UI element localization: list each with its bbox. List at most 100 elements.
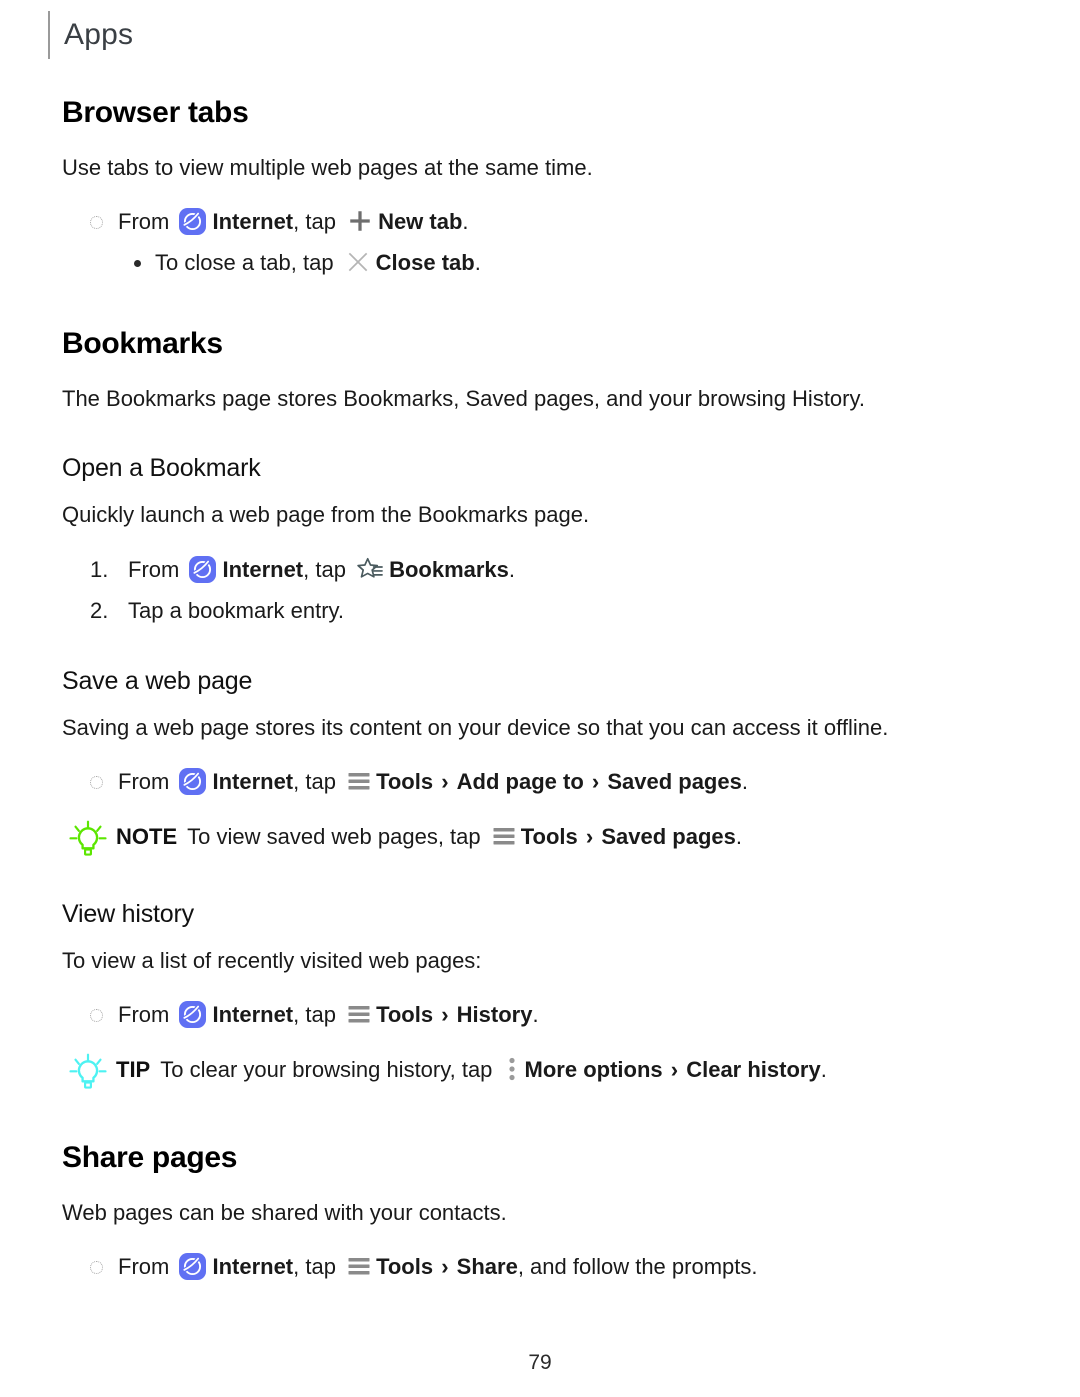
list-item-number: 1. [90, 556, 109, 582]
emphasis-text: Tools [376, 1254, 434, 1280]
list-item: From Internet, tap New tab. [62, 205, 1022, 238]
lightbulb-icon [68, 1053, 108, 1093]
more-options-vertical-dots-icon[interactable] [506, 1057, 518, 1081]
subsection-intro-view-history: To view a list of recently visited web p… [62, 947, 482, 973]
list-item: From Internet, tap Tools › History. [62, 998, 1022, 1031]
tools-hamburger-icon[interactable] [347, 769, 371, 793]
bookmarks-star-icon[interactable] [357, 556, 384, 583]
list-item-text: Tap a bookmark entry. [128, 594, 344, 627]
tools-hamburger-icon[interactable] [347, 1002, 371, 1026]
plain-text: , tap [293, 1002, 343, 1028]
list-item-text: From Internet, tap Tools › Share, and fo… [118, 1250, 758, 1283]
header-title: Apps [64, 18, 134, 51]
bullet-ring-marker [90, 775, 103, 789]
emphasis-text: Share [456, 1254, 518, 1280]
plain-text: , tap [303, 556, 353, 582]
plain-text: , tap [293, 209, 343, 235]
plain-text: . [462, 209, 469, 235]
plain-text: . [820, 1057, 827, 1083]
section-title-bookmarks: Bookmarks [62, 327, 223, 361]
list-item: From Internet, tap Tools › Share, and fo… [62, 1250, 1022, 1283]
emphasis-text: New tab [378, 209, 463, 235]
plain-text: From [118, 768, 176, 794]
plain-text: , tap [293, 1254, 343, 1280]
emphasis-text: History [456, 1002, 533, 1028]
plain-text: From [118, 1254, 176, 1280]
emphasis-text: Tools [520, 823, 578, 849]
subsection-intro-open-a-bookmark: Quickly launch a web page from the Bookm… [62, 502, 590, 528]
emphasis-text: Clear history [686, 1057, 821, 1083]
section-title-share-pages: Share pages [62, 1141, 238, 1175]
list-item-text: From Internet, tap Tools › History. [118, 998, 539, 1031]
callout-tip: TIP To clear your browsing history, tap … [62, 1053, 1022, 1093]
emphasis-text: Saved pages [607, 768, 742, 794]
callout-text: To view saved web pages, tap Tools › Sav… [187, 820, 742, 853]
subsection-title-open-a-bookmark: Open a Bookmark [62, 454, 261, 483]
emphasis-text: Internet [222, 556, 304, 582]
plain-text: To close a tab, tap [155, 250, 340, 276]
running-header: Apps [48, 10, 133, 60]
list-browser-tabs: From Internet, tap New tab. To close a t… [62, 205, 1022, 279]
list-item-text: To close a tab, tap Close tab. [155, 246, 481, 279]
bullet-dot-marker [134, 260, 141, 268]
list-item-text: From Internet, tap New tab. [118, 205, 469, 238]
plain-text: . [532, 1002, 539, 1028]
plain-text: , tap [293, 768, 343, 794]
plain-text: To clear your browsing history, tap [160, 1057, 499, 1083]
chevron-separator: › [435, 768, 455, 794]
plain-text: , and follow the prompts. [517, 1254, 758, 1280]
plain-text: . [508, 556, 516, 582]
chevron-separator: › [579, 823, 600, 849]
chevron-separator: › [585, 768, 606, 794]
section-title-browser-tabs: Browser tabs [62, 96, 249, 129]
internet-app-icon[interactable] [179, 1001, 207, 1029]
emphasis-text: Internet [212, 1002, 294, 1028]
bullet-ring-marker [90, 216, 103, 230]
bullet-ring-marker [90, 1261, 103, 1275]
section-intro-browser-tabs: Use tabs to view multiple web pages at t… [62, 155, 593, 180]
list-item: 1. From Internet, tap Bookmarks. [62, 553, 1022, 586]
plus-icon[interactable] [347, 208, 373, 234]
internet-app-icon[interactable] [189, 555, 217, 583]
subsection-intro-save-a-web-page: Saving a web page stores its content on … [62, 714, 889, 740]
list-open-a-bookmark: 1. From Internet, tap Bookmarks. 2. Tap … [62, 553, 1022, 627]
emphasis-text: Tools [376, 768, 434, 794]
emphasis-text: Bookmarks [389, 556, 509, 582]
plain-text: To view saved web pages, tap [187, 823, 487, 849]
internet-app-icon[interactable] [179, 208, 207, 236]
internet-app-icon[interactable] [179, 767, 207, 795]
callout-label: NOTE [116, 823, 178, 849]
plain-text: From [118, 1002, 176, 1028]
chevron-separator: › [664, 1057, 685, 1083]
emphasis-text: Tools [376, 1002, 434, 1028]
list-item: To close a tab, tap Close tab. [62, 246, 1022, 279]
lightbulb-icon [68, 820, 108, 860]
emphasis-text: Saved pages [601, 823, 736, 849]
tools-hamburger-icon[interactable] [492, 824, 516, 848]
chevron-separator: › [435, 1254, 455, 1280]
page-number: 79 [528, 1351, 552, 1374]
list-item: 2. Tap a bookmark entry. [62, 594, 1022, 627]
plain-text: . [474, 250, 481, 276]
list-share-pages: From Internet, tap Tools › Share, and fo… [62, 1250, 1022, 1283]
subsection-title-view-history: View history [62, 899, 194, 928]
emphasis-text: Internet [212, 209, 294, 235]
list-save-a-web-page: From Internet, tap Tools › Add page to ›… [62, 765, 1022, 798]
list-item-text: From Internet, tap Tools › Add page to ›… [118, 765, 748, 798]
tools-hamburger-icon[interactable] [347, 1254, 371, 1278]
emphasis-text: Close tab [375, 250, 475, 276]
section-intro-share-pages: Web pages can be shared with your contac… [62, 1200, 507, 1226]
plain-text: Tap a bookmark entry. [128, 597, 345, 623]
emphasis-text: Internet [212, 768, 294, 794]
section-intro-bookmarks: The Bookmarks page stores Bookmarks, Sav… [62, 386, 865, 412]
subsection-title-save-a-web-page: Save a web page [62, 666, 253, 695]
internet-app-icon[interactable] [179, 1253, 207, 1281]
close-x-icon[interactable] [345, 249, 371, 275]
emphasis-text: More options [524, 1057, 663, 1083]
callout-text: To clear your browsing history, tap More… [160, 1053, 827, 1086]
list-item-number: 2. [90, 597, 109, 623]
plain-text: From [128, 556, 186, 582]
callout-label: TIP [116, 1057, 151, 1083]
bullet-ring-marker [90, 1009, 103, 1023]
emphasis-text: Add page to [456, 768, 584, 794]
